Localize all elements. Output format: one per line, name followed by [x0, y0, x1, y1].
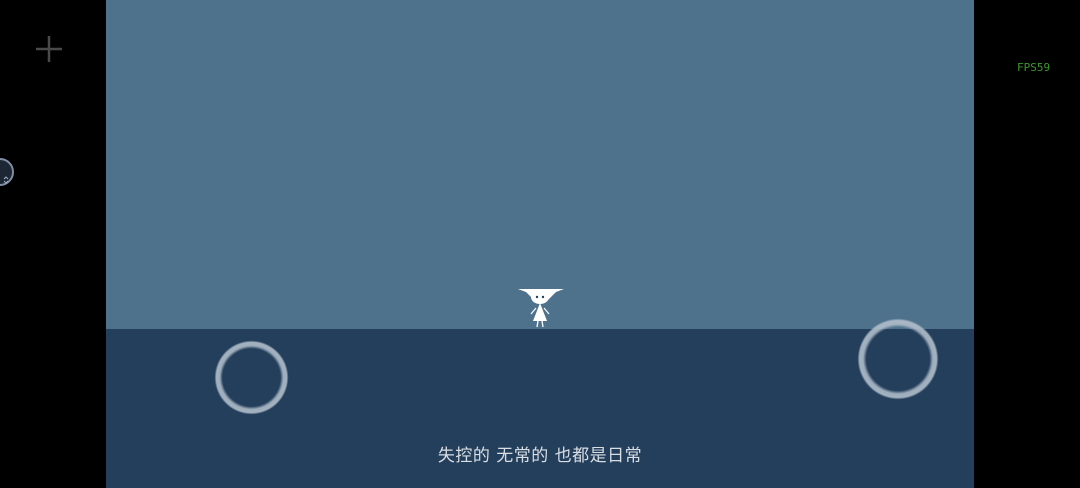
game-screen: FPS59 失控的 无常的 也都是日常	[0, 0, 1080, 488]
plus-icon[interactable]	[34, 34, 64, 64]
left-letterbox	[0, 0, 106, 488]
sky-background	[106, 0, 974, 329]
player-character	[515, 284, 567, 330]
fps-counter: FPS59	[1017, 61, 1051, 74]
virtual-joystick[interactable]	[214, 340, 289, 415]
dialogue-subtitle: 失控的 无常的 也都是日常	[437, 446, 643, 466]
expand-arrows-icon	[3, 169, 11, 184]
action-button[interactable]	[857, 318, 939, 400]
